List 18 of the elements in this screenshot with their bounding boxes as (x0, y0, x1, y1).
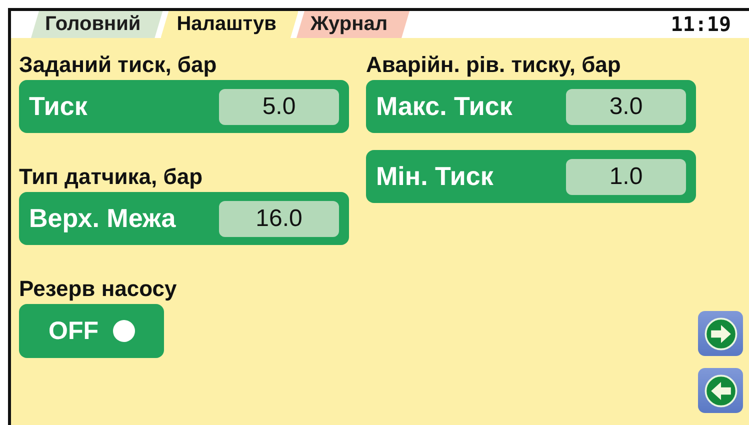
parameter-field[interactable]: Тиск 5.0 (19, 80, 349, 133)
value-box[interactable]: 1.0 (566, 158, 686, 194)
parameter-field[interactable]: Макс. Тиск 3.0 (366, 80, 696, 133)
tab[interactable]: Налаштув (160, 11, 298, 38)
section-heading: Резерв насосу (19, 275, 178, 303)
next-arrow-button[interactable] (698, 311, 743, 356)
section-heading: Тип датчика, бар (19, 163, 204, 191)
clock-time: 11:19 (670, 11, 731, 38)
tab[interactable]: Журнал (296, 11, 410, 38)
section-heading: Аварійн. рів. тиску, бар (366, 51, 622, 79)
value-box[interactable]: 3.0 (566, 88, 686, 124)
parameter-field[interactable]: Верх. Межа 16.0 (19, 192, 349, 245)
section-heading: Заданий тиск, бар (19, 51, 218, 79)
tab[interactable]: Головний (31, 11, 163, 38)
back-arrow-button[interactable] (698, 368, 743, 413)
value-box[interactable]: 5.0 (219, 88, 339, 124)
value-box[interactable]: 16.0 (219, 200, 339, 236)
parameter-field[interactable]: Мін. Тиск 1.0 (366, 150, 696, 203)
